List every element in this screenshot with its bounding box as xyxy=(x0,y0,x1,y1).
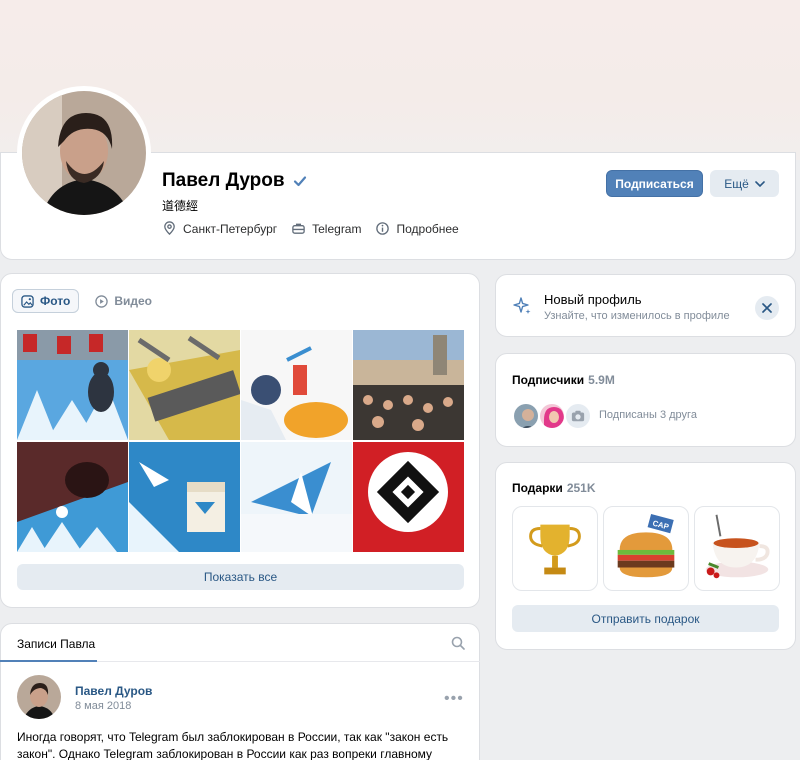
close-icon xyxy=(762,303,772,313)
tea-cup-icon xyxy=(705,514,770,579)
subscribers-label: Подписчики xyxy=(512,373,585,387)
new-profile-card[interactable] xyxy=(495,274,796,337)
profile-meta: Санкт-Петербург Telegram Подробнее xyxy=(162,221,459,236)
tab-videos[interactable]: Видео xyxy=(87,289,160,313)
new-profile-title: Новый профиль xyxy=(544,292,642,307)
trophy-icon xyxy=(529,524,581,575)
profile-name: Павел Дуров xyxy=(162,170,307,192)
burger-icon: CAP xyxy=(617,513,675,578)
gift-item[interactable] xyxy=(694,506,780,591)
work-text: Telegram xyxy=(312,221,362,236)
photo-tile[interactable] xyxy=(17,330,128,440)
details-link[interactable]: Подробнее xyxy=(375,221,459,236)
work-item[interactable]: Telegram xyxy=(291,221,361,236)
photo-tile[interactable] xyxy=(17,442,128,552)
photo-image xyxy=(129,442,240,552)
subscribers-card xyxy=(495,353,796,447)
post-text: Иногда говорят, что Telegram был заблоки… xyxy=(17,730,449,760)
post-menu-icon[interactable]: ••• xyxy=(444,690,464,708)
avatar-image xyxy=(22,91,146,215)
subscribe-button[interactable]: Подписаться xyxy=(606,170,703,197)
gifts-count: 251K xyxy=(566,481,596,495)
photo-icon xyxy=(21,294,34,308)
media-tabs: Фото Видео xyxy=(12,289,160,313)
new-profile-subtitle: Узнайте, что изменилось в профиле xyxy=(544,310,730,322)
gifts-title[interactable]: Подарки 251K xyxy=(512,481,596,495)
tab-posts[interactable]: Записи Павла xyxy=(17,637,95,651)
sparkle-icon xyxy=(513,297,531,314)
friends-following-text[interactable]: Подписаны 3 друга xyxy=(599,409,697,421)
post-avatar[interactable] xyxy=(17,675,61,719)
friend-avatar[interactable] xyxy=(512,402,540,430)
photo-tile[interactable] xyxy=(129,442,240,552)
subscribers-title[interactable]: Подписчики 5.9M xyxy=(512,373,615,387)
photo-image xyxy=(241,442,352,552)
photo-image xyxy=(241,330,352,440)
gifts-label: Подарки xyxy=(512,481,563,495)
chevron-down-icon xyxy=(754,180,765,187)
photo-image xyxy=(129,330,240,440)
gift-item[interactable]: CAP xyxy=(603,506,689,591)
photo-tile[interactable] xyxy=(129,330,240,440)
gift-item[interactable] xyxy=(512,506,598,591)
location-text: Санкт-Петербург xyxy=(183,221,278,236)
tab-photos-label: Фото xyxy=(40,294,71,308)
send-gift-button[interactable]: Отправить подарок xyxy=(512,605,779,632)
tab-videos-label: Видео xyxy=(114,294,152,308)
search-icon[interactable] xyxy=(451,636,465,650)
briefcase-icon xyxy=(292,223,305,234)
post-date[interactable]: 8 мая 2018 xyxy=(75,700,131,712)
posts-tab-indicator xyxy=(0,660,97,662)
photo-tile[interactable] xyxy=(241,330,352,440)
profile-avatar[interactable] xyxy=(17,86,151,220)
avatar-image xyxy=(17,675,61,719)
photo-grid xyxy=(17,330,464,553)
subscribers-count: 5.9M xyxy=(588,373,615,387)
profile-status: 道德經 xyxy=(162,199,199,213)
info-icon xyxy=(376,222,390,235)
post-author[interactable]: Павел Дуров xyxy=(75,684,152,698)
tab-photos[interactable]: Фото xyxy=(12,289,80,313)
show-all-button[interactable]: Показать все xyxy=(17,564,464,590)
photo-image xyxy=(353,330,464,440)
details-text: Подробнее xyxy=(396,221,459,236)
location-item: Санкт-Петербург xyxy=(162,221,277,236)
location-pin-icon xyxy=(164,221,175,236)
more-button-label: Ещё xyxy=(724,176,749,191)
photo-tile[interactable] xyxy=(353,330,464,440)
photo-tile[interactable] xyxy=(353,442,464,552)
photo-image xyxy=(353,442,464,552)
friend-avatar[interactable] xyxy=(564,402,592,430)
verified-icon[interactable] xyxy=(293,174,307,188)
photo-tile[interactable] xyxy=(241,442,352,552)
video-icon xyxy=(95,294,109,308)
photo-image xyxy=(17,442,128,552)
friend-avatar[interactable] xyxy=(538,402,566,430)
camera-icon xyxy=(571,410,585,422)
photo-image xyxy=(17,330,128,440)
more-button[interactable]: Ещё xyxy=(710,170,779,197)
close-button[interactable] xyxy=(755,296,779,320)
profile-name-text: Павел Дуров xyxy=(162,170,285,191)
